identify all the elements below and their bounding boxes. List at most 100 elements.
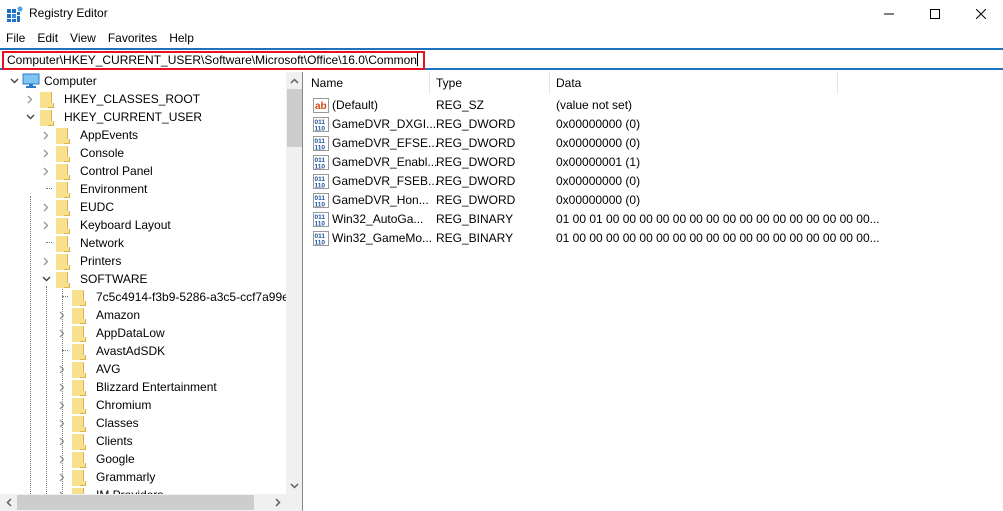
tree-item[interactable]: 7c5c4914-f3b9-5286-a3c5-ccf7a99e0c (56, 288, 286, 306)
value-row[interactable]: 011 110 GameDVR_Enabl... REG_DWORD 0x0000000… (305, 153, 1003, 172)
menu-favorites[interactable]: Favorites (102, 28, 163, 48)
chevron-right-icon[interactable] (40, 147, 52, 159)
tree-item[interactable]: Amazon (56, 306, 140, 324)
tree-item[interactable]: AppEvents (40, 126, 138, 144)
folder-icon (72, 343, 88, 360)
folder-icon (40, 109, 56, 126)
close-button[interactable] (958, 0, 1003, 28)
value-row[interactable]: 011 110 Win32_AutoGa... REG_BINARY 01 00 01 … (305, 210, 1003, 229)
value-type: REG_DWORD (436, 193, 516, 207)
tree-item[interactable]: AVG (56, 360, 120, 378)
tree-item[interactable]: Printers (40, 252, 121, 270)
chevron-right-icon[interactable] (56, 417, 68, 429)
tree-item[interactable]: AvastAdSDK (56, 342, 165, 360)
chevron-right-icon[interactable] (56, 471, 68, 483)
tree-item-label: AvastAdSDK (96, 344, 166, 358)
chevron-right-icon[interactable] (56, 399, 68, 411)
tree-item[interactable]: Console (40, 144, 124, 162)
scroll-up-arrow-icon[interactable] (286, 72, 302, 89)
computer-icon (22, 73, 40, 89)
tree-item-label: HKEY_CLASSES_ROOT (64, 92, 201, 106)
minimize-button[interactable] (866, 0, 912, 28)
chevron-right-icon[interactable] (56, 435, 68, 447)
chevron-down-icon[interactable] (8, 75, 20, 87)
value-type: REG_DWORD (436, 174, 516, 188)
scroll-right-arrow-icon[interactable] (269, 494, 286, 511)
tree-item[interactable]: Environment (40, 180, 147, 198)
chevron-right-icon[interactable] (56, 453, 68, 465)
tree-item[interactable]: HKEY_CURRENT_USER (24, 108, 202, 126)
tree-item[interactable]: HKEY_CLASSES_ROOT (24, 90, 200, 108)
chevron-down-icon[interactable] (40, 273, 52, 285)
svg-text:110: 110 (315, 202, 326, 209)
chevron-right-icon[interactable] (56, 327, 68, 339)
value-row[interactable]: ab (Default) REG_SZ (value not set) (305, 96, 1003, 115)
menu-view[interactable]: View (64, 28, 102, 48)
tree-item-label: Network (80, 236, 125, 250)
value-data: 0x00000000 (0) (556, 117, 641, 131)
value-row[interactable]: 011 110 GameDVR_Hon... REG_DWORD 0x00000000 … (305, 191, 1003, 210)
tree-horizontal-scroll-thumb[interactable] (17, 495, 254, 510)
svg-text:110: 110 (315, 221, 326, 228)
tree-vertical-scrollbar[interactable] (286, 72, 302, 494)
value-row[interactable]: 011 110 GameDVR_DXGI... REG_DWORD 0x00000000… (305, 115, 1003, 134)
column-header-name[interactable]: Name (305, 72, 430, 94)
chevron-right-icon[interactable] (40, 255, 52, 267)
tree-item[interactable]: Classes (56, 414, 139, 432)
chevron-right-icon[interactable] (56, 381, 68, 393)
tree-item[interactable]: Clients (56, 432, 133, 450)
chevron-right-icon[interactable] (40, 129, 52, 141)
tree-item-label: Grammarly (96, 470, 156, 484)
value-type: REG_BINARY (436, 231, 514, 245)
text-caret (416, 53, 418, 66)
tree-horizontal-scrollbar[interactable] (0, 494, 302, 511)
tree-item[interactable]: Control Panel (40, 162, 153, 180)
folder-icon (72, 361, 88, 378)
column-header-data[interactable]: Data (550, 72, 838, 94)
menu-help[interactable]: Help (163, 28, 200, 48)
chevron-right-icon[interactable] (40, 165, 52, 177)
scroll-down-arrow-icon[interactable] (286, 477, 302, 494)
maximize-button[interactable] (912, 0, 958, 28)
column-header-type[interactable]: Type (430, 72, 550, 94)
value-row[interactable]: 011 110 Win32_GameMo... REG_BINARY 01 00 00 … (305, 229, 1003, 248)
svg-text:110: 110 (315, 240, 326, 247)
tree-item[interactable]: Google (56, 450, 135, 468)
key-tree: Computer HKEY_CLASSES_ROOT HKEY_CURRENT_US… (0, 72, 286, 494)
chevron-right-icon[interactable] (56, 309, 68, 321)
tree-item-label: Keyboard Layout (80, 218, 171, 232)
binary-value-icon: 011 110 (313, 136, 329, 152)
svg-text:110: 110 (315, 164, 326, 171)
value-type: REG_DWORD (436, 117, 516, 131)
tree-item[interactable]: Keyboard Layout (40, 216, 171, 234)
tree-item[interactable]: EUDC (40, 198, 114, 216)
menu-edit[interactable]: Edit (31, 28, 64, 48)
menu-file[interactable]: File (0, 28, 31, 48)
binary-value-icon: 011 110 (313, 193, 329, 209)
menu-bar: File Edit View Favorites Help (0, 28, 200, 48)
scroll-left-arrow-icon[interactable] (0, 494, 17, 511)
folder-icon (72, 289, 88, 306)
folder-icon (72, 325, 88, 342)
value-row[interactable]: 011 110 GameDVR_FSEB... REG_DWORD 0x00000000… (305, 172, 1003, 191)
address-input[interactable]: Computer\HKEY_CURRENT_USER\Software\Micr… (2, 51, 425, 70)
tree-item[interactable]: SOFTWARE (40, 270, 148, 288)
chevron-right-icon[interactable] (24, 93, 36, 105)
tree-item[interactable]: Chromium (56, 396, 151, 414)
tree-item[interactable]: IM Providers (56, 486, 163, 494)
tree-vertical-scroll-thumb[interactable] (287, 89, 302, 147)
tree-item[interactable]: AppDataLow (56, 324, 165, 342)
tree-item[interactable]: Blizzard Entertainment (56, 378, 217, 396)
folder-icon (56, 253, 72, 270)
tree-item[interactable]: Computer (8, 72, 97, 90)
tree-item[interactable]: Grammarly (56, 468, 155, 486)
value-name: (Default) (332, 98, 379, 112)
chevron-right-icon[interactable] (40, 201, 52, 213)
value-row[interactable]: 011 110 GameDVR_EFSE... REG_DWORD 0x00000000… (305, 134, 1003, 153)
chevron-down-icon[interactable] (24, 111, 36, 123)
chevron-right-icon[interactable] (40, 219, 52, 231)
chevron-right-icon[interactable] (56, 363, 68, 375)
tree-item[interactable]: Network (40, 234, 124, 252)
